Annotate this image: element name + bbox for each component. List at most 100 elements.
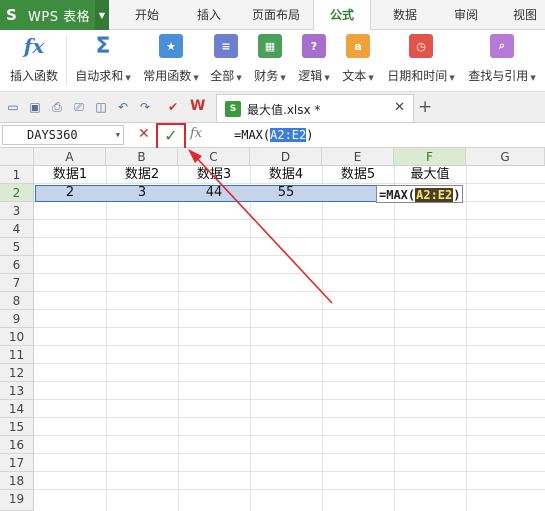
datetime-functions-button[interactable]: ◷ 日期和时间 ▼ [382, 34, 460, 90]
cell-f2-editor[interactable]: =MAX(A2:E2) [376, 185, 464, 203]
finance-label: 财务 ▼ [254, 69, 286, 83]
row-header-5[interactable]: 5 [0, 238, 34, 256]
redo-icon[interactable]: ↷ [138, 100, 152, 114]
gridline [34, 417, 545, 418]
insert-function-label: 插入函数 [9, 69, 58, 83]
select-all-corner[interactable] [0, 148, 34, 166]
row-header-9[interactable]: 9 [0, 310, 34, 328]
spreadsheet-grid[interactable]: A B C D E F G 1 2 3 4 5 6 7 8 9 10 11 12… [0, 148, 545, 511]
row-header-4[interactable]: 4 [0, 220, 34, 238]
formula-prefix: =MAX( [234, 128, 271, 142]
search-book-icon: ⌕ [490, 34, 514, 58]
column-header-e[interactable]: E [322, 148, 394, 166]
gridline [34, 219, 545, 220]
gridline [250, 166, 251, 511]
column-header-a[interactable]: A [34, 148, 106, 166]
common-functions-button[interactable]: ★ 常用函数 ▼ [138, 34, 204, 90]
quick-access-bar: ▭ ▣ ⎙ ⎚ ◫ ↶ ↷ ✔ W S 最大值.xlsx * ✕ + [0, 92, 545, 123]
tab-page-layout[interactable]: 页面布局 [242, 0, 310, 30]
cell-d2[interactable]: 55 [250, 184, 322, 202]
datetime-label: 日期和时间 ▼ [387, 69, 455, 83]
cell-a2[interactable]: 2 [34, 184, 106, 202]
print-preview-icon[interactable]: ⎙ [50, 100, 64, 114]
row-header-15[interactable]: 15 [0, 418, 34, 436]
row-header-12[interactable]: 12 [0, 364, 34, 382]
undo-icon[interactable]: ↶ [116, 100, 130, 114]
app-menu-button[interactable]: S WPS 表格 ▼ [0, 0, 109, 30]
autosum-button[interactable]: Σ 自动求和 ▼ [70, 34, 136, 90]
column-header-c[interactable]: C [178, 148, 250, 166]
row-header-11[interactable]: 11 [0, 346, 34, 364]
cell-c1[interactable]: 数据3 [178, 166, 250, 184]
gridline [34, 345, 545, 346]
cell-b2[interactable]: 3 [106, 184, 178, 202]
book-list-icon: ≡ [214, 34, 238, 58]
app-title: WPS 表格 [28, 9, 91, 25]
wps-logo-icon: S [6, 6, 17, 24]
logic-book-icon: ? [302, 34, 326, 58]
row-header-1[interactable]: 1 [0, 166, 34, 184]
tab-review[interactable]: 审阅 [437, 0, 495, 30]
tab-formulas[interactable]: 公式 [313, 0, 371, 31]
tab-insert[interactable]: 插入 [180, 0, 238, 30]
edit-formula-range: A2:E2 [415, 188, 454, 202]
column-header-g[interactable]: G [466, 148, 545, 166]
row-header-10[interactable]: 10 [0, 328, 34, 346]
customize-icon[interactable]: ✔ [166, 100, 180, 114]
gridline [34, 381, 545, 382]
chevron-down-icon[interactable]: ▼ [95, 0, 109, 30]
row-header-18[interactable]: 18 [0, 472, 34, 490]
row-header-16[interactable]: 16 [0, 436, 34, 454]
open-folder-icon[interactable]: ▭ [6, 100, 20, 114]
cell-b1[interactable]: 数据2 [106, 166, 178, 184]
column-header-b[interactable]: B [106, 148, 178, 166]
tab-home[interactable]: 开始 [118, 0, 176, 30]
lookup-functions-button[interactable]: ⌕ 查找与引用 ▼ [462, 34, 542, 90]
document-tab[interactable]: S 最大值.xlsx * ✕ [216, 94, 414, 122]
name-box[interactable]: DAYS360 ▼ [2, 125, 124, 145]
gridline [106, 166, 107, 511]
fx-icon[interactable]: fx [190, 126, 202, 141]
finance-functions-button[interactable]: ▦ 财务 ▼ [249, 34, 291, 90]
row-header-17[interactable]: 17 [0, 454, 34, 472]
gridline [34, 471, 545, 472]
formula-input[interactable]: =MAX(A2:E2) [228, 125, 542, 145]
row-header-7[interactable]: 7 [0, 274, 34, 292]
cell-d1[interactable]: 数据4 [250, 166, 322, 184]
sigma-icon: Σ [95, 33, 111, 59]
enter-checkmark-button[interactable]: ✓ [156, 123, 186, 150]
insert-function-button[interactable]: fx 插入函数 [4, 34, 64, 90]
row-header-6[interactable]: 6 [0, 256, 34, 274]
cell-c2[interactable]: 44 [178, 184, 250, 202]
preview-icon[interactable]: ◫ [94, 100, 108, 114]
gridline [34, 327, 545, 328]
row-header-8[interactable]: 8 [0, 292, 34, 310]
chevron-down-icon[interactable]: ▼ [116, 126, 120, 144]
row-header-2[interactable]: 2 [0, 184, 34, 202]
cell-f1[interactable]: 最大值 [394, 166, 466, 184]
row-header-14[interactable]: 14 [0, 400, 34, 418]
text-book-icon: a [346, 34, 370, 58]
cancel-x-icon[interactable]: ✕ [138, 126, 150, 142]
gridline [34, 291, 545, 292]
print-icon[interactable]: ⎚ [72, 100, 86, 114]
row-header-13[interactable]: 13 [0, 382, 34, 400]
logic-functions-button[interactable]: ? 逻辑 ▼ [293, 34, 335, 90]
save-icon[interactable]: ▣ [28, 100, 42, 114]
column-header-f[interactable]: F [394, 148, 466, 166]
new-tab-plus-icon[interactable]: + [418, 97, 432, 117]
wps-docs-icon[interactable]: W [190, 98, 205, 114]
row-header-3[interactable]: 3 [0, 202, 34, 220]
cell-a1[interactable]: 数据1 [34, 166, 106, 184]
gridline [394, 166, 395, 511]
row-header-19[interactable]: 19 [0, 490, 34, 511]
tab-data[interactable]: 数据 [376, 0, 434, 30]
all-functions-button[interactable]: ≡ 全部 ▼ [204, 34, 248, 90]
gridline [34, 309, 545, 310]
cell-e1[interactable]: 数据5 [322, 166, 394, 184]
column-header-d[interactable]: D [250, 148, 322, 166]
gridline [34, 363, 545, 364]
tab-view[interactable]: 视图 [500, 0, 545, 30]
close-icon[interactable]: ✕ [394, 100, 405, 115]
text-functions-button[interactable]: a 文本 ▼ [337, 34, 379, 90]
